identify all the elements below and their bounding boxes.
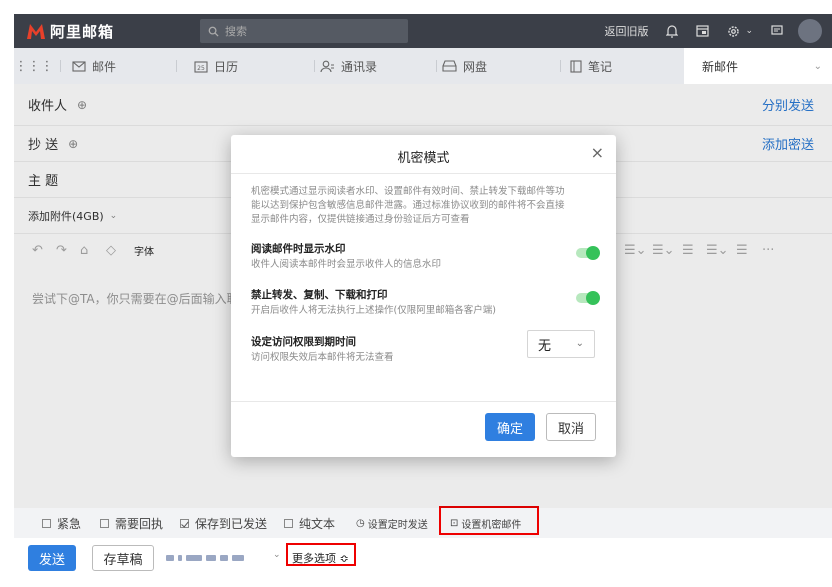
divider	[231, 401, 616, 402]
notes-icon	[570, 59, 582, 73]
forbid-toggle[interactable]	[576, 291, 600, 305]
apps-grid-icon[interactable]: ⋮⋮⋮	[14, 59, 54, 74]
plain-text-checkbox[interactable]: 纯文本	[284, 515, 335, 532]
checkbox-icon	[42, 518, 51, 528]
divider	[231, 173, 616, 174]
need-reply-checkbox[interactable]: 需要回执	[100, 515, 163, 532]
send-button[interactable]: 发送	[28, 545, 76, 571]
save-sent-label: 保存到已发送	[195, 516, 268, 531]
cancel-button[interactable]: 取消	[546, 413, 596, 441]
checkbox-icon	[100, 518, 109, 528]
mail-icon	[72, 60, 86, 72]
watermark-title: 阅读邮件时显示水印	[251, 243, 346, 255]
expire-value: 无	[538, 338, 552, 354]
logo-m-icon	[27, 24, 45, 39]
plain-text-label: 纯文本	[299, 516, 336, 531]
avatar[interactable]	[798, 19, 822, 43]
expire-title: 设定访问权限到期时间	[251, 336, 356, 348]
tab-mail[interactable]: 邮件	[72, 58, 116, 75]
message-icon[interactable]	[771, 25, 783, 37]
tab-label: 通讯录	[341, 59, 378, 74]
logo[interactable]: 阿里邮箱	[26, 21, 114, 42]
tab-notes[interactable]: 笔记	[570, 58, 612, 75]
highlight-box	[439, 506, 539, 535]
need-reply-label: 需要回执	[115, 516, 164, 531]
dialog-description: 机密模式通过显示阅读者水印、设置邮件有效时间、禁止转发下载邮件等功能以达到保护包…	[251, 186, 565, 225]
tab-calendar[interactable]: 25 日历	[194, 58, 238, 75]
search-box[interactable]: 搜索	[200, 19, 408, 43]
nav-divider	[560, 60, 561, 72]
clock-icon: ◷	[356, 517, 365, 529]
new-mail-label: 新邮件	[702, 59, 739, 74]
checkbox-icon	[284, 518, 293, 528]
checkbox-checked-icon	[180, 518, 189, 528]
tab-new-mail[interactable]: 新邮件 ⌄	[684, 48, 832, 84]
window-icon[interactable]	[696, 25, 710, 37]
chevron-down-icon: ⌄	[745, 26, 753, 36]
bell-icon[interactable]	[666, 24, 679, 38]
drive-icon	[442, 60, 457, 72]
urgent-checkbox[interactable]: 紧急	[42, 515, 81, 532]
old-version-link[interactable]: 返回旧版	[604, 23, 648, 39]
tab-label: 网盘	[463, 59, 488, 74]
search-icon	[208, 26, 219, 37]
tab-label: 日历	[214, 59, 239, 74]
top-header: 阿里邮箱 搜索 返回旧版 ⌄	[14, 14, 832, 48]
tab-label: 笔记	[588, 59, 613, 74]
nav-divider	[60, 60, 61, 72]
watermark-subtitle: 收件人阅读本邮件时会显示收件人的信息水印	[251, 259, 442, 270]
search-placeholder: 搜索	[225, 25, 247, 38]
schedule-send-button[interactable]: ◷ 设置定时发送	[356, 516, 428, 531]
main-nav: ⋮⋮⋮ 邮件 25 日历 通讯录 网盘 笔记 新邮件 ⌄	[14, 48, 832, 84]
chevron-down-icon[interactable]: ⌄	[273, 550, 281, 560]
tab-drive[interactable]: 网盘	[442, 58, 487, 75]
settings-icon[interactable]: ⌄	[727, 25, 753, 38]
save-sent-checkbox[interactable]: 保存到已发送	[180, 515, 267, 532]
svg-text:25: 25	[197, 65, 205, 72]
send-options-bar: 紧急 需要回执 保存到已发送 纯文本 ◷ 设置定时发送 ⊡ 设置机密邮件	[14, 508, 832, 538]
tab-contacts[interactable]: 通讯录	[320, 58, 377, 75]
highlight-box	[286, 543, 356, 566]
nav-divider	[436, 60, 437, 72]
ok-button[interactable]: 确定	[485, 413, 535, 441]
forbid-subtitle: 开启后收件人将无法执行上述操作(仅限阿里邮箱各客户端)	[251, 305, 496, 316]
urgent-label: 紧急	[57, 516, 82, 531]
nav-divider	[176, 60, 177, 72]
tab-label: 邮件	[92, 59, 117, 74]
close-icon[interactable]: ×	[591, 143, 604, 162]
chevron-down-icon: ⌄	[575, 338, 584, 349]
save-draft-button[interactable]: 存草稿	[92, 545, 154, 571]
watermark-toggle[interactable]	[576, 246, 600, 260]
schedule-label: 设置定时发送	[367, 519, 428, 531]
expire-subtitle: 访问权限失效后本邮件将无法查看	[251, 352, 394, 363]
confidential-mode-dialog: 机密模式 × 机密模式通过显示阅读者水印、设置邮件有效时间、禁止转发下载邮件等功…	[231, 135, 616, 457]
dialog-title: 机密模式	[397, 151, 450, 166]
app-name: 阿里邮箱	[50, 22, 115, 41]
chevron-down-icon[interactable]: ⌄	[814, 61, 822, 72]
sender-account-blurred[interactable]	[166, 555, 244, 561]
nav-divider	[314, 60, 315, 72]
contacts-icon	[320, 60, 335, 73]
forbid-title: 禁止转发、复制、下载和打印	[251, 289, 388, 301]
expire-select[interactable]: 无 ⌄	[527, 330, 595, 358]
calendar-icon: 25	[194, 60, 208, 73]
